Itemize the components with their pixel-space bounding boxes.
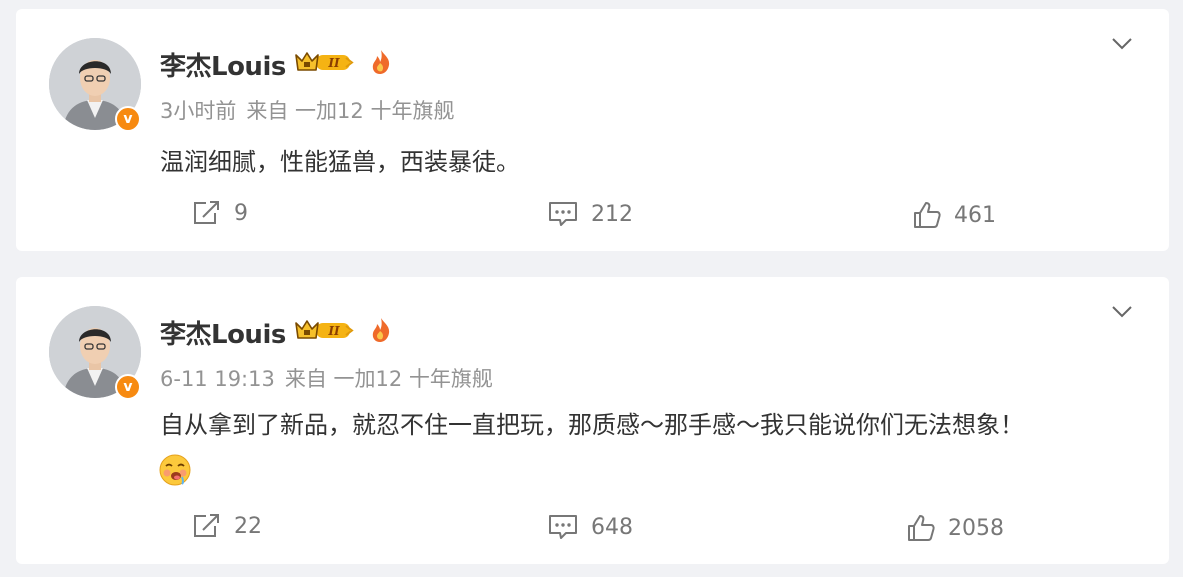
crown-vip-icon[interactable]: II: [294, 318, 356, 346]
comment-count: 212: [591, 201, 633, 227]
feed-card: v 李杰Louis II 6-11 19:13 来自 一加12 十年旗舰 自从拿到…: [16, 277, 1169, 564]
repost-icon: [194, 514, 219, 537]
post-text: 自从拿到了新品，就忍不住一直把玩，那质感～那手感～我只能说你们无法想象！: [160, 411, 1024, 439]
feed-card: v 李杰Louis II 3小时前 来自 一加12 十年旗舰 温润细腻，性能猛兽，…: [16, 9, 1169, 251]
thumbs-up-icon: [914, 202, 941, 228]
post-text: 温润细腻，性能猛兽，西装暴徒。: [160, 148, 520, 176]
post-meta: 6-11 19:13 来自 一加12 十年旗舰: [160, 363, 503, 393]
fire-badge-icon[interactable]: [370, 317, 392, 347]
verified-badge-icon: v: [115, 374, 141, 400]
author-name[interactable]: 李杰Louis: [160, 46, 286, 83]
svg-text:II: II: [327, 56, 340, 70]
verified-badge-icon: v: [115, 106, 141, 132]
author-name[interactable]: 李杰Louis: [160, 314, 286, 351]
repost-icon: [194, 201, 219, 224]
repost-button[interactable]: 22: [192, 513, 262, 539]
chevron-down-icon[interactable]: [1111, 36, 1133, 55]
post-meta: 3小时前 来自 一加12 十年旗舰: [160, 95, 464, 125]
post-time[interactable]: 6-11 19:13: [160, 367, 275, 391]
chevron-down-icon[interactable]: [1111, 304, 1133, 323]
repost-count: 9: [234, 200, 248, 226]
repost-count: 22: [234, 513, 262, 539]
like-count: 461: [954, 202, 996, 228]
comment-count: 648: [591, 514, 633, 540]
comment-icon: [549, 515, 577, 539]
post-source: 来自 一加12 十年旗舰: [284, 367, 493, 391]
like-button[interactable]: 2058: [906, 513, 1004, 543]
thumbs-up-icon: [908, 515, 935, 541]
comment-button[interactable]: 648: [547, 513, 633, 541]
like-count: 2058: [948, 515, 1004, 541]
post-time[interactable]: 3小时前: [160, 99, 236, 123]
comment-icon: [549, 202, 577, 226]
post-source: 来自 一加12 十年旗舰: [246, 99, 455, 123]
svg-text:II: II: [327, 324, 340, 338]
fire-badge-icon[interactable]: [370, 49, 392, 79]
like-button[interactable]: 461: [912, 200, 996, 230]
drooling-face-emoji: [158, 453, 192, 491]
comment-button[interactable]: 212: [547, 200, 633, 228]
crown-vip-icon[interactable]: II: [294, 50, 356, 78]
repost-button[interactable]: 9: [192, 200, 248, 226]
